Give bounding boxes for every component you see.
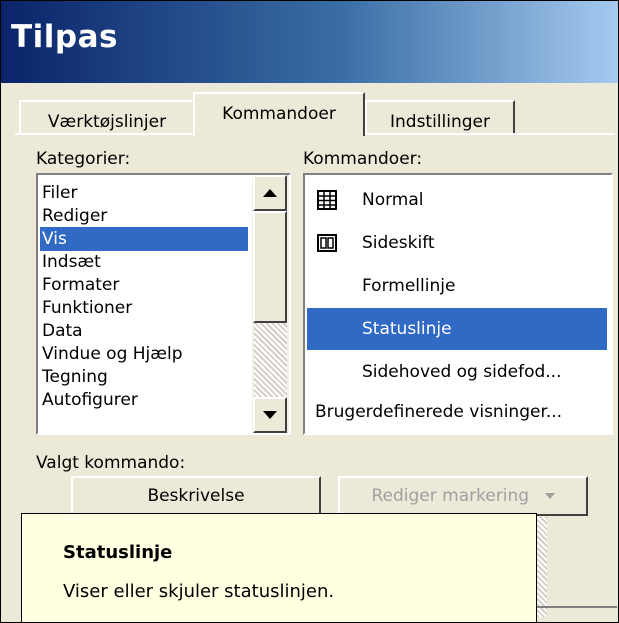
modify-selection-label: Rediger markering <box>371 486 530 506</box>
describe-button[interactable]: Beskrivelse <box>71 476 321 516</box>
commands-label: Kommandoer: <box>303 149 423 169</box>
command-label: Normal <box>362 190 424 210</box>
tab-options[interactable]: Indstillinger <box>365 100 515 134</box>
command-item-status-bar[interactable]: Statuslinje <box>307 308 607 350</box>
scroll-down-button[interactable] <box>253 397 287 433</box>
customize-dialog: Tilpas Værktøjslinjer Kommandoer Indstil… <box>0 0 619 623</box>
modify-selection-button[interactable]: Rediger markering <box>338 476 588 516</box>
tab-options-label: Indstillinger <box>389 112 490 132</box>
command-label: Brugerdefinerede visninger... <box>315 402 563 422</box>
command-item-formula-bar[interactable]: Formellinje <box>307 265 607 307</box>
arrow-down-icon <box>263 411 277 419</box>
arrow-up-icon <box>263 189 277 197</box>
tab-commands[interactable]: Kommandoer <box>193 92 365 136</box>
category-item[interactable]: Indsæt <box>40 250 248 274</box>
categories-label: Kategorier: <box>36 149 131 169</box>
scrollbar-thumb[interactable] <box>253 211 287 323</box>
tab-toolbars-label: Værktøjslinjer <box>47 112 167 132</box>
command-label: Statuslinje <box>362 319 452 339</box>
grid-icon <box>317 190 337 210</box>
command-item-normal[interactable]: Normal <box>307 179 607 221</box>
category-item[interactable]: Funktioner <box>40 296 248 320</box>
category-item[interactable]: Rediger <box>40 204 248 228</box>
categories-scrollbar[interactable] <box>252 175 289 433</box>
category-item[interactable]: Tegning <box>40 365 248 389</box>
title-bar[interactable]: Tilpas <box>1 1 618 83</box>
command-item-custom-views[interactable]: Brugerdefinerede visninger... <box>307 391 607 433</box>
dropdown-arrow-icon <box>544 493 555 499</box>
category-item[interactable]: Autofigurer <box>40 388 248 412</box>
dialog-title: Tilpas <box>11 19 118 55</box>
page-break-icon <box>317 234 337 252</box>
category-item-selected[interactable]: Vis <box>40 227 248 251</box>
category-item[interactable]: Data <box>40 319 248 343</box>
scroll-up-button[interactable] <box>253 175 287 211</box>
tab-commands-label: Kommandoer <box>222 104 336 124</box>
describe-button-label: Beskrivelse <box>147 486 245 506</box>
tooltip-description: Viser eller skjuler statuslinjen. <box>63 581 335 602</box>
command-item-page-break[interactable]: Sideskift <box>307 222 607 264</box>
bottom-divider <box>537 606 617 608</box>
shadow-strip <box>537 517 547 617</box>
category-item[interactable]: Filer <box>40 181 248 205</box>
commands-listbox[interactable]: Normal Sideskift Formellinje Statuslinje… <box>303 173 613 435</box>
category-item[interactable]: Vindue og Hjælp <box>40 342 248 366</box>
command-label: Sideskift <box>362 233 435 253</box>
command-label: Formellinje <box>362 276 456 296</box>
category-item[interactable]: Formater <box>40 273 248 297</box>
tab-toolbars[interactable]: Værktøjslinjer <box>19 100 194 134</box>
selected-command-label: Valgt kommando: <box>36 453 186 473</box>
command-item-header-footer[interactable]: Sidehoved og sidefod... <box>307 351 607 393</box>
command-description-tooltip: Statuslinje Viser eller skjuler statusli… <box>21 513 537 622</box>
command-label: Sidehoved og sidefod... <box>362 362 562 382</box>
categories-listbox[interactable]: Filer Rediger Vis Indsæt Formater Funkti… <box>36 173 291 435</box>
tooltip-title: Statuslinje <box>63 542 173 563</box>
